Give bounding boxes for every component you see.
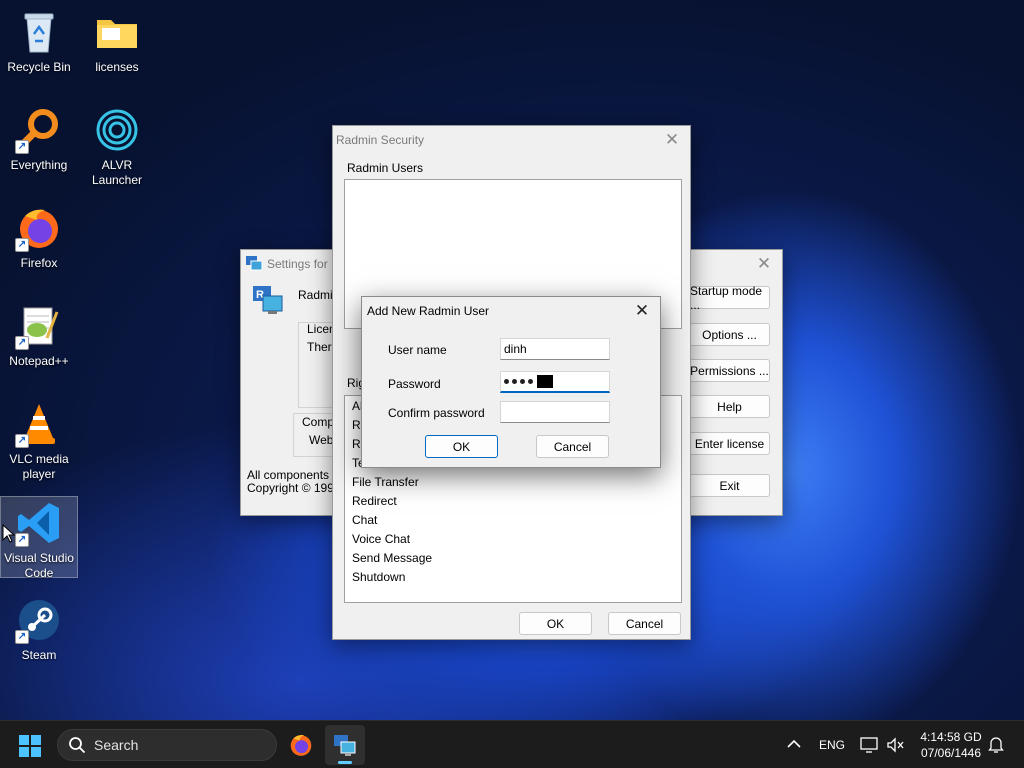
shortcut-arrow-icon: ↗ [15,533,29,547]
desktop-icon-label: Recycle Bin [7,60,71,74]
desktop-icon-label: licenses [95,60,139,74]
shortcut-arrow-icon: ↗ [15,434,29,448]
alvr-icon [93,106,141,154]
desktop-icon-label: Everything [10,158,68,172]
radmin-users-label: Radmin Users [347,161,424,175]
add-user-dialog[interactable]: Add New Radmin User ✕ User name Password… [361,296,661,468]
shortcut-arrow-icon: ↗ [15,336,29,350]
list-item[interactable]: Shutdown [345,568,681,587]
recycle-bin-icon [15,8,63,56]
enter-license-button[interactable]: Enter license [689,432,770,455]
desktop-icon-label: Visual Studio Code [4,551,74,580]
security-title: Radmin Security [336,133,425,147]
help-button[interactable]: Help [689,395,770,418]
desktop-icon-licenses[interactable]: licenses [78,8,156,75]
list-item[interactable]: Send Message [345,549,681,568]
clock-time: 4:14:58 GD [920,730,982,744]
password-input[interactable] [500,371,610,393]
taskbar-clock[interactable]: 4:14:58 GD 07/06/1446 [916,729,986,761]
permissions-button[interactable]: Permissions ... [689,359,770,382]
list-item[interactable]: Redirect [345,492,681,511]
desktop-icon-label: Steam [21,648,57,662]
list-item[interactable]: Chat [345,511,681,530]
desktop-icon-steam[interactable]: ↗ Steam [0,596,78,663]
list-item[interactable]: File Transfer [345,473,681,492]
chevron-up-icon[interactable] [787,739,801,749]
windows-start-icon[interactable] [18,734,42,758]
radmin-app-icon [334,735,356,756]
network-icon[interactable] [860,737,878,753]
desktop-icon-alvr-launcher[interactable]: ALVR Launcher [78,106,156,188]
confirm-password-input[interactable] [500,401,610,423]
taskbar-radmin[interactable] [325,725,365,765]
desktop-icon-label: VLC media player [9,452,69,481]
desktop-icon-everything[interactable]: ↗ Everything [0,106,78,173]
desktop-icon-label: Notepad++ [9,354,69,368]
radmin-app-icon [246,256,263,271]
desktop-icon-label: ALVR Launcher [91,158,143,187]
add-user-titlebar[interactable]: Add New Radmin User ✕ [362,297,660,325]
settings-close-icon[interactable]: ✕ [754,254,774,274]
security-ok-button[interactable]: OK [519,612,592,635]
shortcut-arrow-icon: ↗ [15,630,29,644]
add-user-title: Add New Radmin User [367,304,490,318]
taskbar-firefox[interactable] [281,725,321,765]
search-label: Search [94,737,139,753]
firefox-icon [290,735,312,756]
shortcut-arrow-icon: ↗ [15,140,29,154]
language-indicator[interactable]: ENG [819,738,845,752]
add-user-ok-button[interactable]: OK [425,435,498,458]
taskbar: Search ENG 4:14:58 GD 07/06/1446 [0,720,1024,768]
notification-bell-icon[interactable] [988,736,1004,754]
settings-title: Settings for [267,257,328,271]
steam-icon: ↗ [15,596,63,644]
options-button[interactable]: Options ... [689,323,770,346]
security-cancel-button[interactable]: Cancel [608,612,681,635]
radmin-large-icon: R [253,286,283,314]
desktop-icon-firefox[interactable]: ↗ Firefox [0,204,78,271]
folder-icon [93,8,141,56]
desktop-icon-vlc[interactable]: ↗ VLC media player [0,400,78,482]
startup-mode-button[interactable]: Startup mode ... [689,284,770,312]
add-user-close-icon[interactable]: ✕ [632,301,652,321]
list-item[interactable]: Voice Chat [345,530,681,549]
volume-muted-icon[interactable] [886,737,904,753]
vlc-cone-icon: ↗ [15,400,63,448]
firefox-icon: ↗ [15,204,63,252]
add-user-cancel-button[interactable]: Cancel [536,435,609,458]
footer-copyright: Copyright © 1999- [247,481,345,495]
active-indicator [338,761,352,764]
clock-date: 07/06/1446 [920,746,982,760]
exit-button[interactable]: Exit [689,474,770,497]
username-input[interactable] [500,338,610,360]
magnifier-icon: ↗ [15,106,63,154]
username-label: User name [388,343,447,357]
confirm-password-label: Confirm password [388,406,485,420]
desktop-icon-label: Firefox [20,256,58,270]
mouse-pointer-icon [2,524,16,543]
web-label: Web [309,433,334,447]
password-label: Password [388,377,441,391]
taskbar-search-box[interactable]: Search [57,729,277,761]
search-icon [69,737,86,754]
security-close-icon[interactable]: ✕ [662,130,682,150]
desktop-icon-recycle-bin[interactable]: Recycle Bin [0,8,78,75]
vscode-icon: ↗ [15,499,63,547]
desktop-icon-notepad-plus-plus[interactable]: ↗ Notepad++ [0,302,78,369]
shortcut-arrow-icon: ↗ [15,238,29,252]
notepad-plus-plus-icon: ↗ [15,302,63,350]
security-titlebar[interactable]: Radmin Security ✕ [333,126,690,154]
